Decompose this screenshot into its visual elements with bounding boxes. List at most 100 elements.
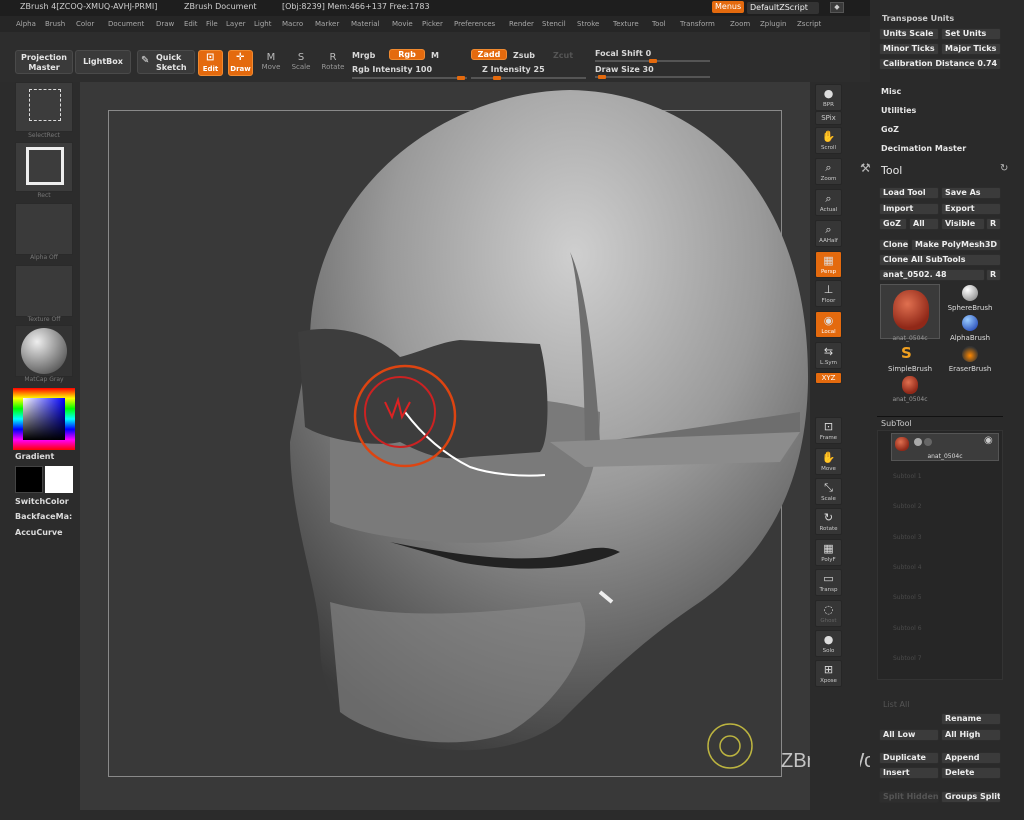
utilities-menu[interactable]: Utilities (881, 106, 916, 115)
zsub-button[interactable]: Zsub (513, 51, 535, 60)
zoom-button[interactable]: ⌕ Zoom (815, 158, 842, 185)
gradient-button[interactable]: Gradient (15, 452, 54, 461)
help-icon[interactable]: ◆ (830, 2, 844, 13)
rgb-intensity-slider[interactable]: Rgb Intensity 100 (352, 65, 432, 74)
subtool-slot[interactable]: Subtool 3 (893, 534, 922, 541)
append-button[interactable]: Append (941, 752, 1001, 764)
scale-button[interactable]: S Scale (289, 52, 313, 71)
menus-button[interactable]: Menus (712, 1, 744, 13)
subtool-slot[interactable]: Subtool 4 (893, 564, 922, 571)
xyz-button[interactable]: XYZ (815, 372, 842, 384)
rgb-intensity-track[interactable] (352, 76, 467, 80)
simple-brush-icon[interactable]: S (901, 344, 912, 362)
sphere-brush-icon[interactable] (962, 285, 978, 301)
groups-split-button[interactable]: Groups Split (941, 791, 1001, 803)
skull-small-icon[interactable] (902, 376, 918, 394)
menu-material[interactable]: Material (351, 20, 379, 28)
local-button[interactable]: ◉ Local (815, 311, 842, 338)
major-ticks-slider[interactable]: Major Ticks (941, 43, 1001, 55)
matcap-thumb[interactable] (15, 325, 73, 377)
move-button[interactable]: M Move (259, 52, 283, 71)
secondary-color-swatch[interactable] (15, 466, 43, 493)
ghost-button[interactable]: ◌ Ghost (815, 600, 842, 627)
make-polymesh-button[interactable]: Make PolyMesh3D (911, 239, 1001, 251)
m-button[interactable]: M (431, 51, 439, 60)
tool-name-slider[interactable]: anat_0502. 48 (879, 269, 985, 281)
color-picker-square[interactable] (23, 398, 65, 440)
menu-stroke[interactable]: Stroke (577, 20, 599, 28)
menu-layer[interactable]: Layer (226, 20, 246, 28)
texture-thumb[interactable] (15, 265, 73, 317)
bpr-button[interactable]: ● BPR (815, 84, 842, 111)
goz-button[interactable]: GoZ (879, 218, 907, 230)
zadd-button[interactable]: Zadd (471, 49, 507, 60)
draw-size-track[interactable] (595, 75, 710, 79)
clone-all-subtools-button[interactable]: Clone All SubTools (879, 254, 1001, 266)
scale-view-button[interactable]: ⤡ Scale (815, 478, 842, 505)
list-all-button[interactable]: List All (883, 700, 909, 709)
menu-document[interactable]: Document (108, 20, 144, 28)
switch-color-button[interactable]: SwitchColor (15, 497, 69, 506)
insert-button[interactable]: Insert (879, 767, 939, 779)
menu-brush[interactable]: Brush (45, 20, 65, 28)
menu-color[interactable]: Color (76, 20, 94, 28)
subtool-slot[interactable]: Subtool 6 (893, 625, 922, 632)
export-button[interactable]: Export (941, 203, 1001, 215)
menu-file[interactable]: File (206, 20, 218, 28)
clone-button[interactable]: Clone (879, 239, 909, 251)
accucurve-button[interactable]: AccuCurve (15, 528, 63, 537)
rect-brush-thumb[interactable] (15, 142, 73, 192)
main-color-swatch[interactable] (45, 466, 73, 493)
persp-button[interactable]: ▦ Persp (815, 251, 842, 278)
scroll-button[interactable]: ✋ Scroll (815, 127, 842, 154)
menu-stencil[interactable]: Stencil (542, 20, 566, 28)
spix-button[interactable]: SPix (815, 111, 842, 125)
subtool-dot2-icon[interactable] (924, 438, 932, 446)
focal-shift-slider[interactable]: Focal Shift 0 (595, 49, 651, 58)
menu-draw[interactable]: Draw (156, 20, 174, 28)
draw-button[interactable]: ✛ Draw (228, 50, 253, 76)
z-intensity-slider[interactable]: Z Intensity 25 (482, 65, 545, 74)
menu-texture[interactable]: Texture (613, 20, 639, 28)
lightbox-button[interactable]: LightBox (75, 50, 131, 74)
import-button[interactable]: Import (879, 203, 939, 215)
color-picker-ring[interactable] (13, 388, 75, 450)
move-view-button[interactable]: ✋ Move (815, 448, 842, 475)
r-button-2[interactable]: R (986, 269, 1001, 281)
transp-button[interactable]: ▭ Transp (815, 569, 842, 596)
set-units-button[interactable]: Set Units (941, 28, 1001, 40)
goz-menu[interactable]: GoZ (881, 125, 899, 134)
split-hidden-button[interactable]: Split Hidden (879, 791, 939, 803)
frame-button[interactable]: ⊡ Frame (815, 417, 842, 444)
subtool-dot-icon[interactable] (914, 438, 922, 446)
calibration-distance-slider[interactable]: Calibration Distance 0.74 (879, 58, 1001, 70)
solo-button[interactable]: ● Solo (815, 630, 842, 657)
load-tool-button[interactable]: Load Tool (879, 187, 939, 199)
all-low-button[interactable]: All Low (879, 729, 939, 741)
aahalf-button[interactable]: ⌕ AAHalf (815, 220, 842, 247)
quick-sketch-button[interactable]: ✎ Quick Sketch (137, 50, 195, 74)
menu-zoom[interactable]: Zoom (730, 20, 750, 28)
z-intensity-track[interactable] (471, 76, 586, 80)
projection-master-button[interactable]: Projection Master (15, 50, 73, 74)
menu-edit[interactable]: Edit (184, 20, 198, 28)
subtool-item-active[interactable]: ◉ anat_0504c (891, 433, 999, 461)
duplicate-button[interactable]: Duplicate (879, 752, 939, 764)
rotate-view-button[interactable]: ↻ Rotate (815, 508, 842, 535)
tool-header[interactable]: Tool (881, 164, 902, 177)
menu-render[interactable]: Render (509, 20, 534, 28)
r-button[interactable]: R (986, 218, 1001, 230)
focal-shift-track[interactable] (595, 59, 710, 63)
units-scale-slider[interactable]: Units Scale (879, 28, 939, 40)
menu-zplugin[interactable]: Zplugin (760, 20, 786, 28)
misc-menu[interactable]: Misc (881, 87, 901, 96)
subtool-slot[interactable]: Subtool 5 (893, 594, 922, 601)
rgb-button[interactable]: Rgb (389, 49, 425, 60)
save-as-button[interactable]: Save As (941, 187, 1001, 199)
backface-mask-button[interactable]: BackfaceMa: (15, 512, 72, 521)
menu-light[interactable]: Light (254, 20, 271, 28)
select-rect-thumb[interactable] (15, 82, 73, 132)
menu-zscript[interactable]: Zscript (797, 20, 821, 28)
subtool-slot[interactable]: Subtool 1 (893, 473, 922, 480)
refresh-icon[interactable]: ↻ (1000, 163, 1008, 174)
